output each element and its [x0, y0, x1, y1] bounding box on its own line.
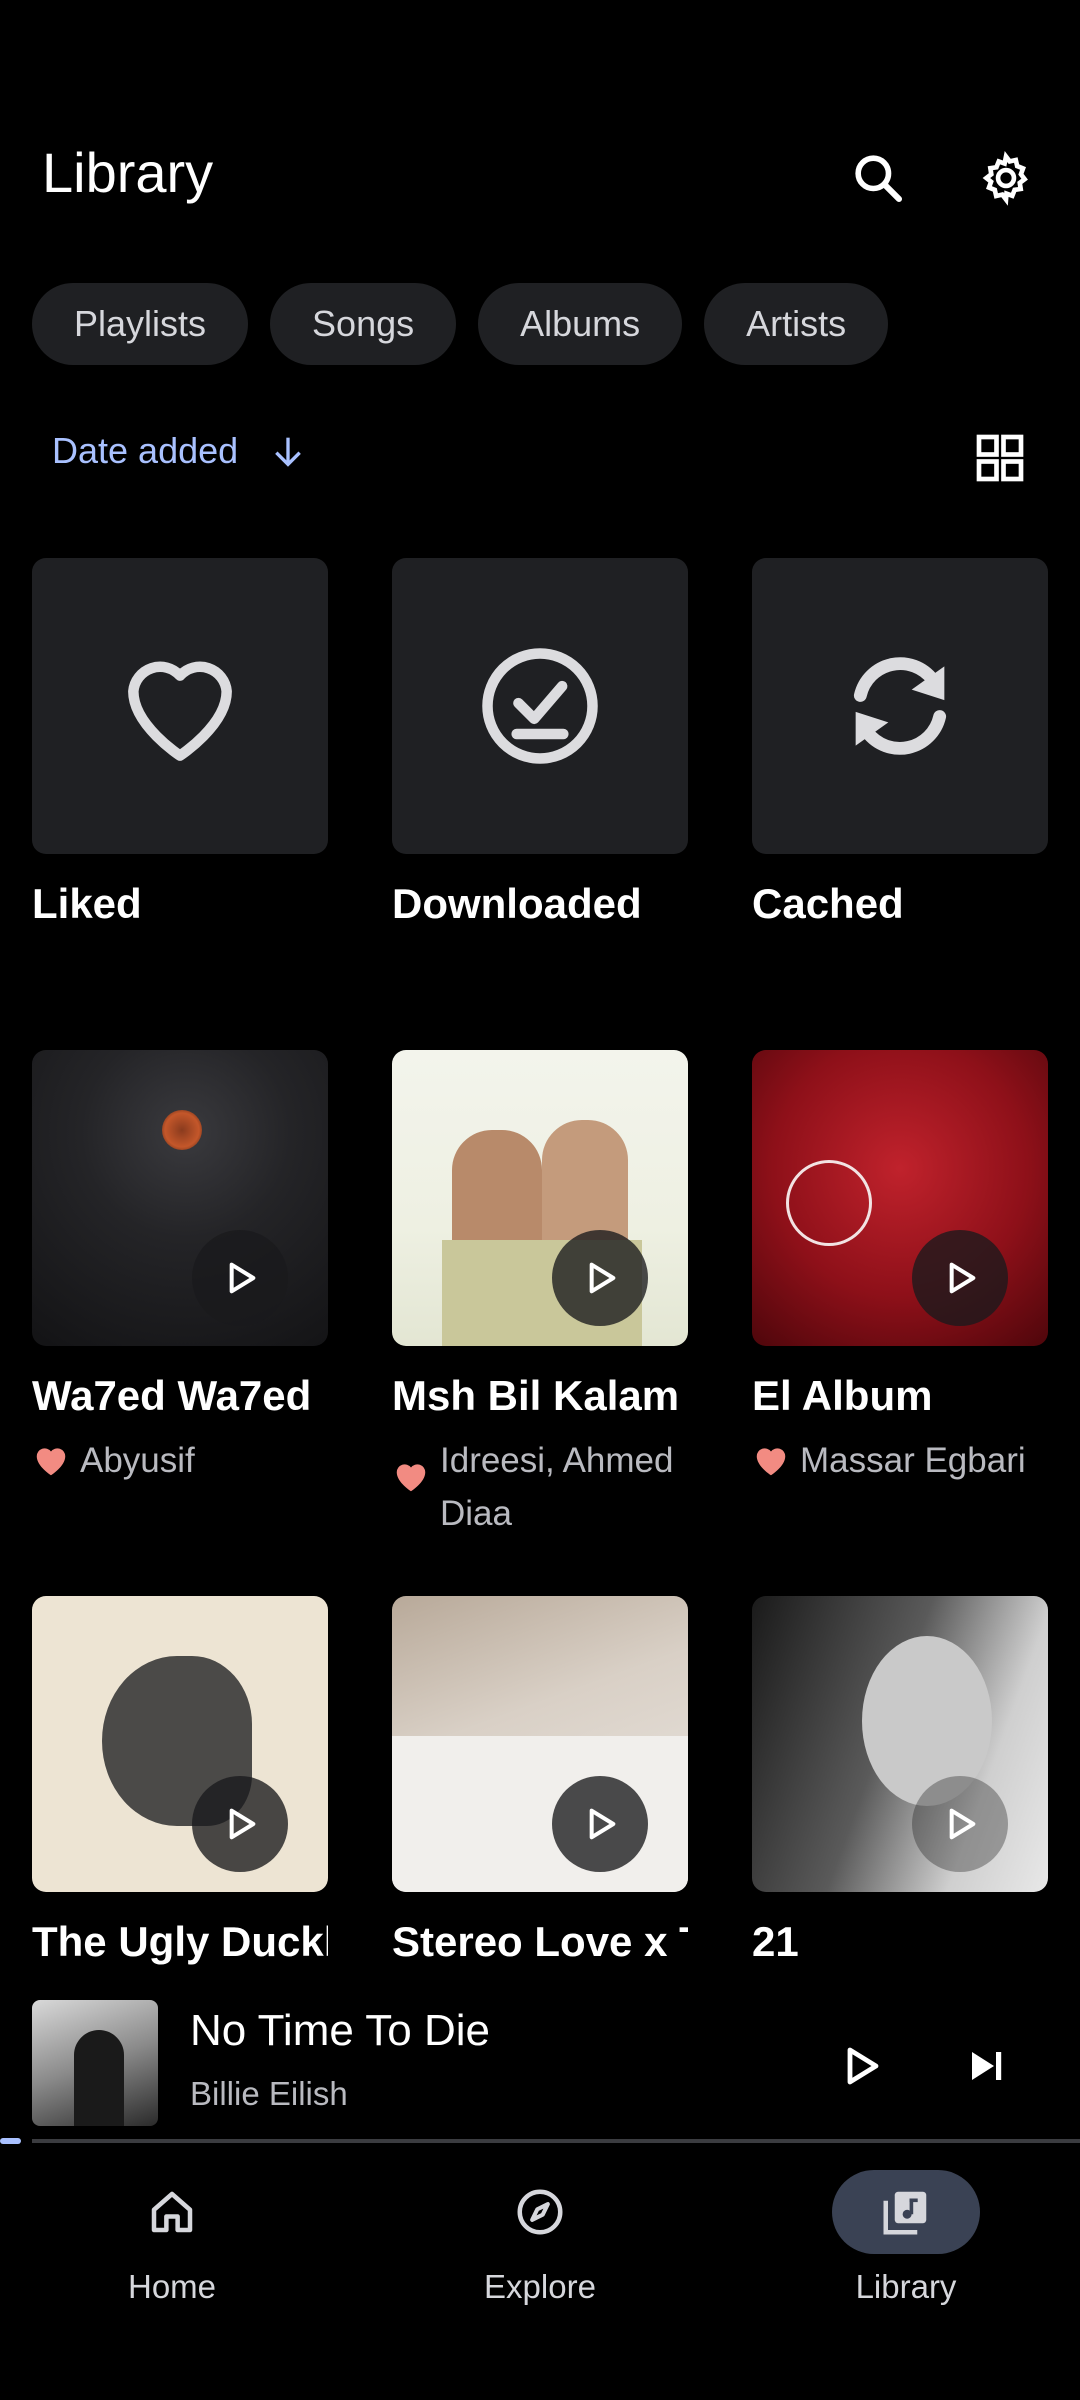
- chip-playlists[interactable]: Playlists: [32, 283, 249, 365]
- nav-explore[interactable]: Explore: [410, 2170, 670, 2306]
- play-icon[interactable]: [912, 1776, 1008, 1872]
- album-card[interactable]: Stereo Love x T: [392, 1596, 688, 1966]
- album-title: 21: [752, 1918, 799, 1965]
- album-cover: [32, 1596, 328, 1892]
- cached-cover: [752, 558, 1048, 854]
- album-card[interactable]: Wa7ed Wa7ed Abyusif: [32, 1050, 328, 1487]
- nav-home-pill: [98, 2170, 246, 2254]
- filter-chips: Playlists Songs Albums Artists: [32, 283, 889, 365]
- heart-outline-icon: [128, 661, 232, 761]
- album-cover: [752, 1596, 1048, 1892]
- liked-heart-icon: [396, 1464, 426, 1492]
- album-artist: Massar Egbari: [752, 1434, 1048, 1487]
- album-title: Stereo Love x T: [392, 1918, 688, 1965]
- home-icon: [151, 2191, 193, 2233]
- album-card[interactable]: 21: [752, 1596, 1048, 1966]
- playlist-cached[interactable]: Cached: [752, 558, 1048, 928]
- album-title: The Ugly Duckl: [32, 1918, 328, 1965]
- liked-heart-icon: [36, 1448, 66, 1476]
- playlist-name: Downloaded: [392, 880, 642, 927]
- page-title: Library: [42, 141, 214, 204]
- playlist-downloaded[interactable]: Downloaded: [392, 558, 688, 928]
- downloaded-cover: [392, 558, 688, 854]
- album-cover: [392, 1050, 688, 1346]
- play-icon[interactable]: [552, 1230, 648, 1326]
- album-card[interactable]: The Ugly Duckl: [32, 1596, 328, 1966]
- nav-library-pill: [832, 2170, 980, 2254]
- progress-fill: [0, 2138, 21, 2144]
- album-cover: [32, 1050, 328, 1346]
- playlist-liked[interactable]: Liked: [32, 558, 328, 928]
- library-music-icon: [883, 2191, 927, 2235]
- album-title: Msh Bil Kalam: [392, 1372, 680, 1419]
- chip-albums[interactable]: Albums: [478, 283, 683, 365]
- album-cover: [392, 1596, 688, 1892]
- playlist-name: Cached: [752, 880, 904, 927]
- chip-songs[interactable]: Songs: [270, 283, 457, 365]
- search-icon[interactable]: [848, 148, 908, 208]
- album-card[interactable]: Msh Bil Kalam Idreesi, Ahmed Diaa: [392, 1050, 688, 1540]
- sort-selector[interactable]: Date added: [52, 430, 308, 472]
- nav-library[interactable]: Library: [776, 2170, 1036, 2306]
- liked-cover: [32, 558, 328, 854]
- album-title: Wa7ed Wa7ed: [32, 1372, 312, 1419]
- play-icon[interactable]: [912, 1230, 1008, 1326]
- now-playing-title: No Time To Die: [190, 2006, 490, 2055]
- download-check-icon: [482, 648, 598, 764]
- playlist-name: Liked: [32, 880, 142, 927]
- chip-artists[interactable]: Artists: [704, 283, 889, 365]
- skip-next-icon[interactable]: [950, 2030, 1022, 2102]
- nav-label: Library: [855, 2268, 957, 2305]
- nav-explore-pill: [466, 2170, 614, 2254]
- play-icon[interactable]: [552, 1776, 648, 1872]
- nav-label: Home: [127, 2268, 217, 2305]
- album-title: El Album: [752, 1372, 933, 1419]
- now-playing-cover: [32, 2000, 158, 2126]
- play-icon[interactable]: [192, 1230, 288, 1326]
- liked-heart-icon: [756, 1448, 786, 1476]
- now-playing-artist: Billie Eilish: [190, 2075, 348, 2112]
- album-artist: Abyusif: [32, 1434, 328, 1487]
- play-icon[interactable]: [192, 1776, 288, 1872]
- settings-gear-icon[interactable]: [976, 148, 1036, 208]
- sort-label: Date added: [52, 430, 239, 471]
- sync-icon: [853, 657, 947, 755]
- album-artist: Idreesi, Ahmed Diaa: [392, 1434, 688, 1540]
- progress-track[interactable]: [32, 2139, 1080, 2143]
- album-cover: [752, 1050, 1048, 1346]
- play-icon[interactable]: [824, 2030, 896, 2102]
- grid-view-icon[interactable]: [972, 430, 1028, 486]
- arrow-down-icon: [275, 437, 302, 467]
- nav-label: Explore: [484, 2268, 596, 2305]
- nav-home[interactable]: Home: [42, 2170, 302, 2306]
- now-playing-bar[interactable]: [0, 1990, 1080, 2140]
- album-card[interactable]: El Album Massar Egbari: [752, 1050, 1048, 1487]
- compass-icon: [517, 2189, 563, 2235]
